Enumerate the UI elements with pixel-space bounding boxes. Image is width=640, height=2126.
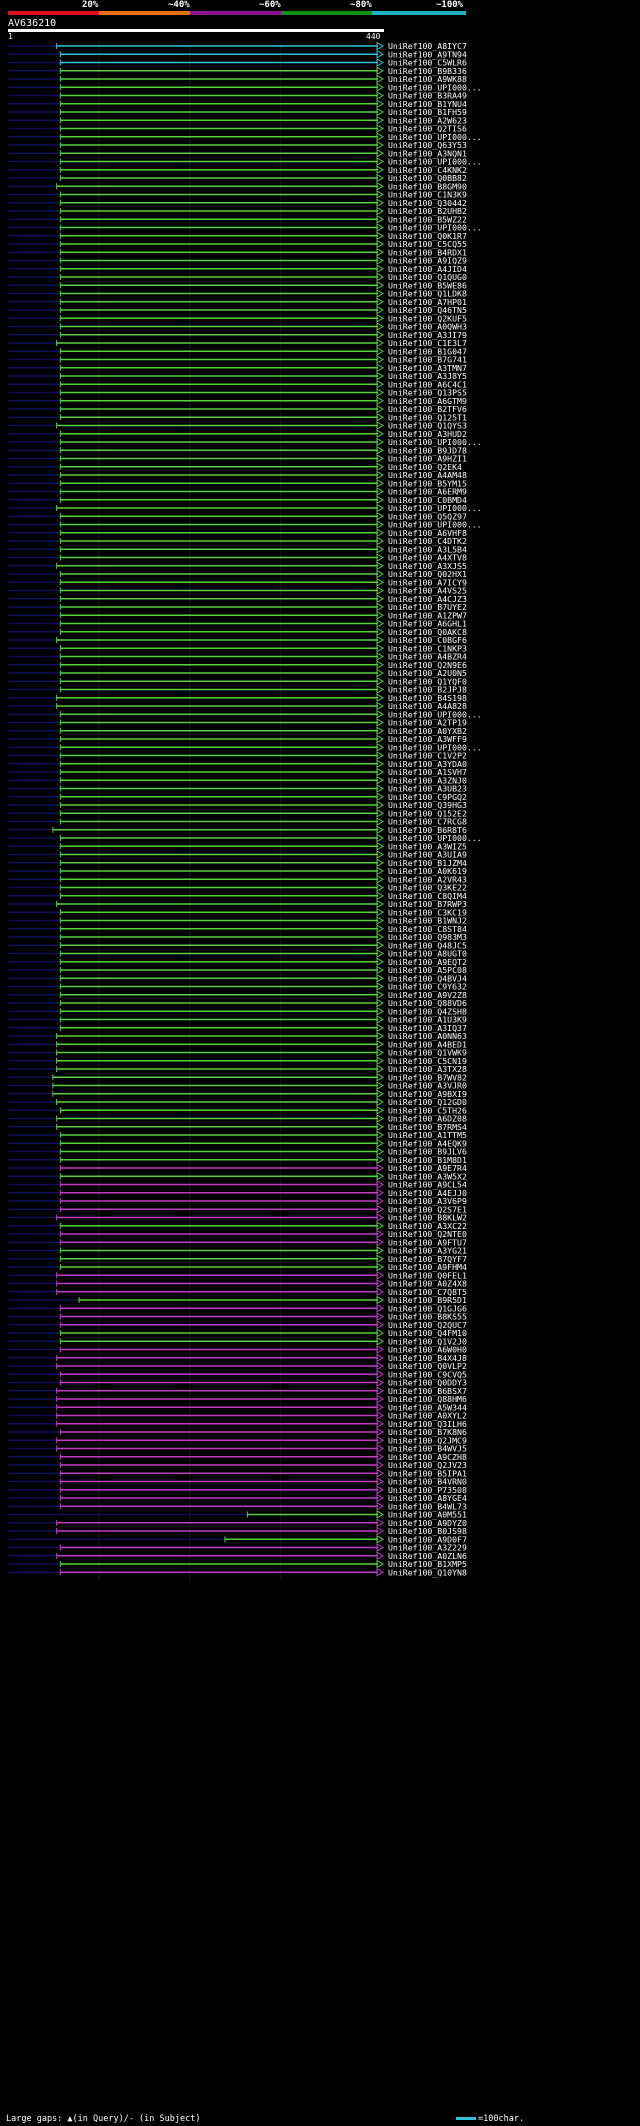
hit-alignment-chart: UniRef100_A8IYC7UniRef100_A9TN94UniRef10… bbox=[8, 41, 482, 1581]
scale-legend: =100char. bbox=[456, 2114, 524, 2124]
scale-legend-bar bbox=[456, 2117, 476, 2120]
footer-gap-legend: Large gaps: ▲(in Query)/- (in Subject) bbox=[6, 2114, 201, 2124]
hit-label[interactable]: UniRef100_Q10YN8 bbox=[388, 1567, 467, 1577]
scale-legend-text: =100char. bbox=[478, 2114, 525, 2124]
